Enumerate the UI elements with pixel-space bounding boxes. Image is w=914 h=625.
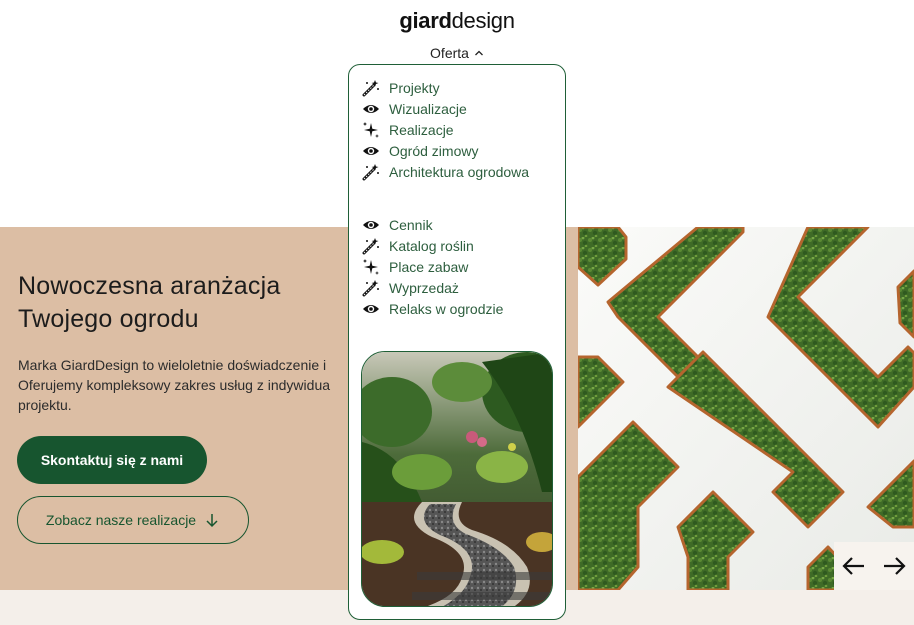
hero-title-line2: Twojego ogrodu: [18, 305, 199, 333]
see-realizations-button[interactable]: Zobacz nasze realizacje: [17, 496, 249, 544]
site-logo[interactable]: giarddesign: [0, 8, 914, 34]
arrow-right-icon: [884, 557, 906, 575]
menu-item-label: Realizacje: [389, 121, 454, 138]
menu-item-architektura-ogrodowa[interactable]: Architektura ogrodowa: [361, 161, 561, 182]
menu-item-wyprzedaz[interactable]: Wyprzedaż: [361, 277, 561, 298]
logo-bold-part: giard: [399, 8, 452, 33]
menu-item-projekty[interactable]: Projekty: [361, 77, 561, 98]
hero-desc-line1: Marka GiardDesign to wieloletnie doświad…: [18, 357, 327, 373]
menu-item-label: Wyprzedaż: [389, 279, 459, 296]
menu-item-label: Katalog roślin: [389, 237, 474, 254]
eye-icon: [361, 299, 381, 319]
slider-controls: [834, 542, 914, 590]
hero-desc-line3: projektu.: [18, 397, 72, 413]
hero-title: Nowoczesna aranżacja Twojego ogrodu: [18, 270, 378, 336]
arrow-left-icon: [842, 557, 864, 575]
menu-item-label: Ogród zimowy: [389, 142, 479, 159]
magic-wand-icon: [361, 278, 381, 298]
hero-description: Marka GiardDesign to wieloletnie doświad…: [18, 355, 348, 415]
garden-path-illustration: [362, 352, 552, 606]
menu-item-cennik[interactable]: Cennik: [361, 214, 561, 235]
see-realizations-label: Zobacz nasze realizacje: [45, 512, 197, 528]
magic-wand-icon: [361, 236, 381, 256]
menu-item-label: Relaks w ogrodzie: [389, 300, 504, 317]
magic-wand-icon: [361, 162, 381, 182]
nav-offer-toggle[interactable]: Oferta: [420, 45, 494, 61]
offer-menu-group-1: Projekty Wizualizacje Realizacje Ogród zimo…: [361, 77, 561, 182]
menu-item-label: Architektura ogrodowa: [389, 163, 530, 180]
eye-icon: [361, 215, 381, 235]
menu-item-wizualizacje[interactable]: Wizualizacje: [361, 98, 561, 119]
sparkles-icon: [361, 120, 381, 140]
menu-item-label: Cennik: [389, 216, 433, 233]
menu-item-label: Place zabaw: [389, 258, 469, 275]
chevron-up-icon: [474, 50, 483, 56]
maze-hedge-illustration: [578, 227, 914, 590]
menu-item-ogrod-zimowy[interactable]: Ogród zimowy: [361, 140, 561, 161]
eye-icon: [361, 141, 381, 161]
next-slide-button[interactable]: [880, 552, 908, 580]
dropdown-promo-image[interactable]: [361, 351, 553, 607]
menu-item-place-zabaw[interactable]: Place zabaw: [361, 256, 561, 277]
nav-offer-label: Oferta: [430, 45, 469, 61]
logo-light-part: design: [451, 8, 515, 33]
menu-item-relaks-w-ogrodzie[interactable]: Relaks w ogrodzie: [361, 298, 561, 319]
arrow-down-icon: [206, 514, 218, 528]
offer-dropdown: Projekty Wizualizacje Realizacje Ogród zimo…: [348, 64, 566, 620]
contact-button[interactable]: Skontaktuj się z nami: [17, 436, 207, 484]
eye-icon: [361, 99, 381, 119]
menu-item-label: Wizualizacje: [389, 100, 467, 117]
menu-item-label: Projekty: [389, 79, 440, 96]
hero-maze-image: [578, 227, 914, 590]
menu-item-realizacje[interactable]: Realizacje: [361, 119, 561, 140]
offer-menu-group-2: Cennik Katalog roślin Place zabaw Wyprzedaż…: [361, 214, 561, 319]
hero-title-line1: Nowoczesna aranżacja: [18, 272, 281, 300]
prev-slide-button[interactable]: [840, 552, 868, 580]
hero-desc-line2: Oferujemy kompleksowy zakres usług z ind…: [18, 377, 331, 393]
sparkles-icon: [361, 257, 381, 277]
magic-wand-icon: [361, 78, 381, 98]
menu-item-katalog-roslin[interactable]: Katalog roślin: [361, 235, 561, 256]
